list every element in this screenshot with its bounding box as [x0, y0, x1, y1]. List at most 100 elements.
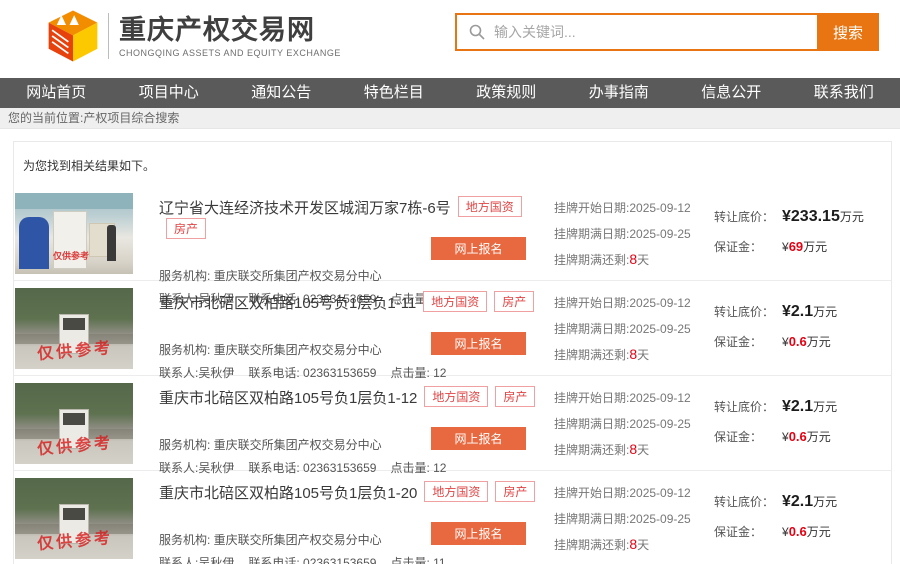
listing-photo-kiosk[interactable]: 仅供参考	[15, 478, 133, 559]
nav-item-policies[interactable]: 政策规则	[450, 78, 563, 108]
price-number: 2.1	[791, 303, 813, 320]
remaining-line: 挂牌期满还剩:8天	[554, 441, 691, 458]
deposit-label: 保证金：	[714, 428, 782, 445]
page-header: 重庆产权交易网 CHONGQING ASSETS AND EQUITY EXCH…	[0, 0, 900, 78]
days-unit: 天	[637, 443, 649, 457]
remaining-label: 挂牌期满还剩:	[554, 253, 629, 267]
photo-watermark: 仅供参考	[36, 524, 114, 555]
nav-item-notices[interactable]: 通知公告	[225, 78, 338, 108]
currency-sign: ¥	[782, 398, 791, 415]
results-panel: 为您找到相关结果如下。 仅供参考 辽宁省大连经济技术开发区城润万家7栋-6号地方…	[13, 141, 892, 564]
deposit-number: 69	[789, 239, 803, 254]
listing-photo-kiosk[interactable]: 仅供参考	[15, 288, 133, 369]
end-date-value: 2025-09-25	[629, 417, 690, 431]
logo-cube-icon	[44, 8, 102, 64]
deposit-unit: 万元	[807, 525, 831, 539]
days-left-value: 8	[629, 346, 637, 362]
deposit-number: 0.6	[789, 524, 807, 539]
contact-line: 联系人:吴秋伊联系电话: 02363153659点击量: 11	[159, 554, 544, 564]
listing-item: 仅供参考 辽宁省大连经济技术开发区城润万家7栋-6号地方国资房产 服务机构: 重…	[14, 186, 891, 281]
price-label: 转让底价：	[714, 398, 782, 415]
start-date-value: 2025-09-12	[629, 391, 690, 405]
dates-block: 挂牌开始日期:2025-09-12 挂牌期满日期:2025-09-25 挂牌期满…	[554, 389, 691, 467]
apply-online-button[interactable]: 网上报名	[431, 427, 526, 450]
start-date-line: 挂牌开始日期:2025-09-12	[554, 484, 691, 501]
start-date-line: 挂牌开始日期:2025-09-12	[554, 199, 691, 216]
apply-online-button[interactable]: 网上报名	[431, 332, 526, 355]
tag-category: 房产	[495, 481, 535, 502]
deposit-number: 0.6	[789, 334, 807, 349]
start-date-value: 2025-09-12	[629, 296, 690, 310]
price-line: 转让底价：¥2.1万元	[714, 398, 837, 416]
main-nav: 网站首页 项目中心 通知公告 特色栏目 政策规则 办事指南 信息公开 联系我们	[0, 78, 900, 108]
listing-photo-kiosk[interactable]: 仅供参考	[15, 383, 133, 464]
listing-photo-storefront[interactable]: 仅供参考	[15, 193, 133, 274]
days-left-value: 8	[629, 536, 637, 552]
listing-title[interactable]: 辽宁省大连经济技术开发区城润万家7栋-6号	[159, 200, 451, 217]
dates-block: 挂牌开始日期:2025-09-12 挂牌期满日期:2025-09-25 挂牌期满…	[554, 199, 691, 277]
nav-item-guide[interactable]: 办事指南	[563, 78, 676, 108]
remaining-line: 挂牌期满还剩:8天	[554, 346, 691, 363]
days-left-value: 8	[629, 441, 637, 457]
photo-watermark: 仅供参考	[53, 249, 89, 262]
deposit-label: 保证金：	[714, 333, 782, 350]
deposit-number: 0.6	[789, 429, 807, 444]
logo-divider	[108, 13, 109, 59]
deposit-unit: 万元	[807, 430, 831, 444]
listing-title-row: 重庆市北碚区双柏路105号负1层负1-11地方国资房产	[159, 291, 544, 313]
photo-detail	[63, 413, 85, 425]
site-logo[interactable]: 重庆产权交易网 CHONGQING ASSETS AND EQUITY EXCH…	[44, 8, 341, 64]
tag-ownership: 地方国资	[423, 291, 487, 312]
end-date-label: 挂牌期满日期:	[554, 227, 629, 241]
search-input[interactable]	[494, 15, 817, 49]
price-label: 转让底价：	[714, 208, 782, 225]
end-date-line: 挂牌期满日期:2025-09-25	[554, 320, 691, 337]
prices-block: 转让底价：¥2.1万元 保证金：¥0.6万元	[714, 398, 837, 457]
phone-value: 02363153659	[300, 556, 377, 564]
price-unit: 万元	[813, 400, 837, 414]
end-date-line: 挂牌期满日期:2025-09-25	[554, 510, 691, 527]
nav-item-contact[interactable]: 联系我们	[788, 78, 900, 108]
deposit-line: 保证金：¥0.6万元	[714, 333, 837, 350]
currency-sign: ¥	[782, 303, 791, 320]
nav-item-projects[interactable]: 项目中心	[113, 78, 226, 108]
price-label: 转让底价：	[714, 493, 782, 510]
currency-sign: ¥	[782, 208, 791, 225]
nav-item-disclosure[interactable]: 信息公开	[675, 78, 788, 108]
deposit-line: 保证金：¥69万元	[714, 238, 864, 255]
photo-detail	[63, 508, 85, 520]
service-org-label: 服务机构:	[159, 438, 210, 452]
start-date-value: 2025-09-12	[629, 201, 690, 215]
photo-detail	[107, 225, 116, 261]
search-icon	[469, 24, 485, 40]
photo-watermark: 仅供参考	[36, 429, 114, 460]
listing-title-row: 重庆市北碚区双柏路105号负1层负1-12地方国资房产	[159, 386, 544, 408]
end-date-value: 2025-09-25	[629, 227, 690, 241]
start-date-label: 挂牌开始日期:	[554, 296, 629, 310]
nav-item-features[interactable]: 特色栏目	[338, 78, 451, 108]
apply-online-button[interactable]: 网上报名	[431, 237, 526, 260]
search-button[interactable]: 搜索	[817, 13, 879, 51]
search-bar: 搜索	[455, 13, 879, 51]
listing-title[interactable]: 重庆市北碚区双柏路105号负1层负1-12	[159, 390, 417, 407]
currency-sign: ¥	[782, 525, 789, 539]
listing-title[interactable]: 重庆市北碚区双柏路105号负1层负1-20	[159, 485, 417, 502]
days-unit: 天	[637, 253, 649, 267]
tag-ownership: 地方国资	[458, 196, 522, 217]
apply-online-button[interactable]: 网上报名	[431, 522, 526, 545]
price-unit: 万元	[813, 495, 837, 509]
days-unit: 天	[637, 348, 649, 362]
deposit-unit: 万元	[803, 240, 827, 254]
currency-sign: ¥	[782, 493, 791, 510]
dates-block: 挂牌开始日期:2025-09-12 挂牌期满日期:2025-09-25 挂牌期满…	[554, 294, 691, 372]
listing-item: 仅供参考 重庆市北碚区双柏路105号负1层负1-20地方国资房产 服务机构: 重…	[14, 471, 891, 564]
nav-item-home[interactable]: 网站首页	[0, 78, 113, 108]
deposit-line: 保证金：¥0.6万元	[714, 428, 837, 445]
site-title: 重庆产权交易网	[119, 15, 341, 45]
end-date-label: 挂牌期满日期:	[554, 322, 629, 336]
start-date-label: 挂牌开始日期:	[554, 201, 629, 215]
listing-title[interactable]: 重庆市北碚区双柏路105号负1层负1-11	[159, 295, 416, 312]
price-line: 转让底价：¥233.15万元	[714, 208, 864, 226]
end-date-line: 挂牌期满日期:2025-09-25	[554, 415, 691, 432]
service-org-value: 重庆联交所集团产权交易分中心	[210, 343, 381, 357]
